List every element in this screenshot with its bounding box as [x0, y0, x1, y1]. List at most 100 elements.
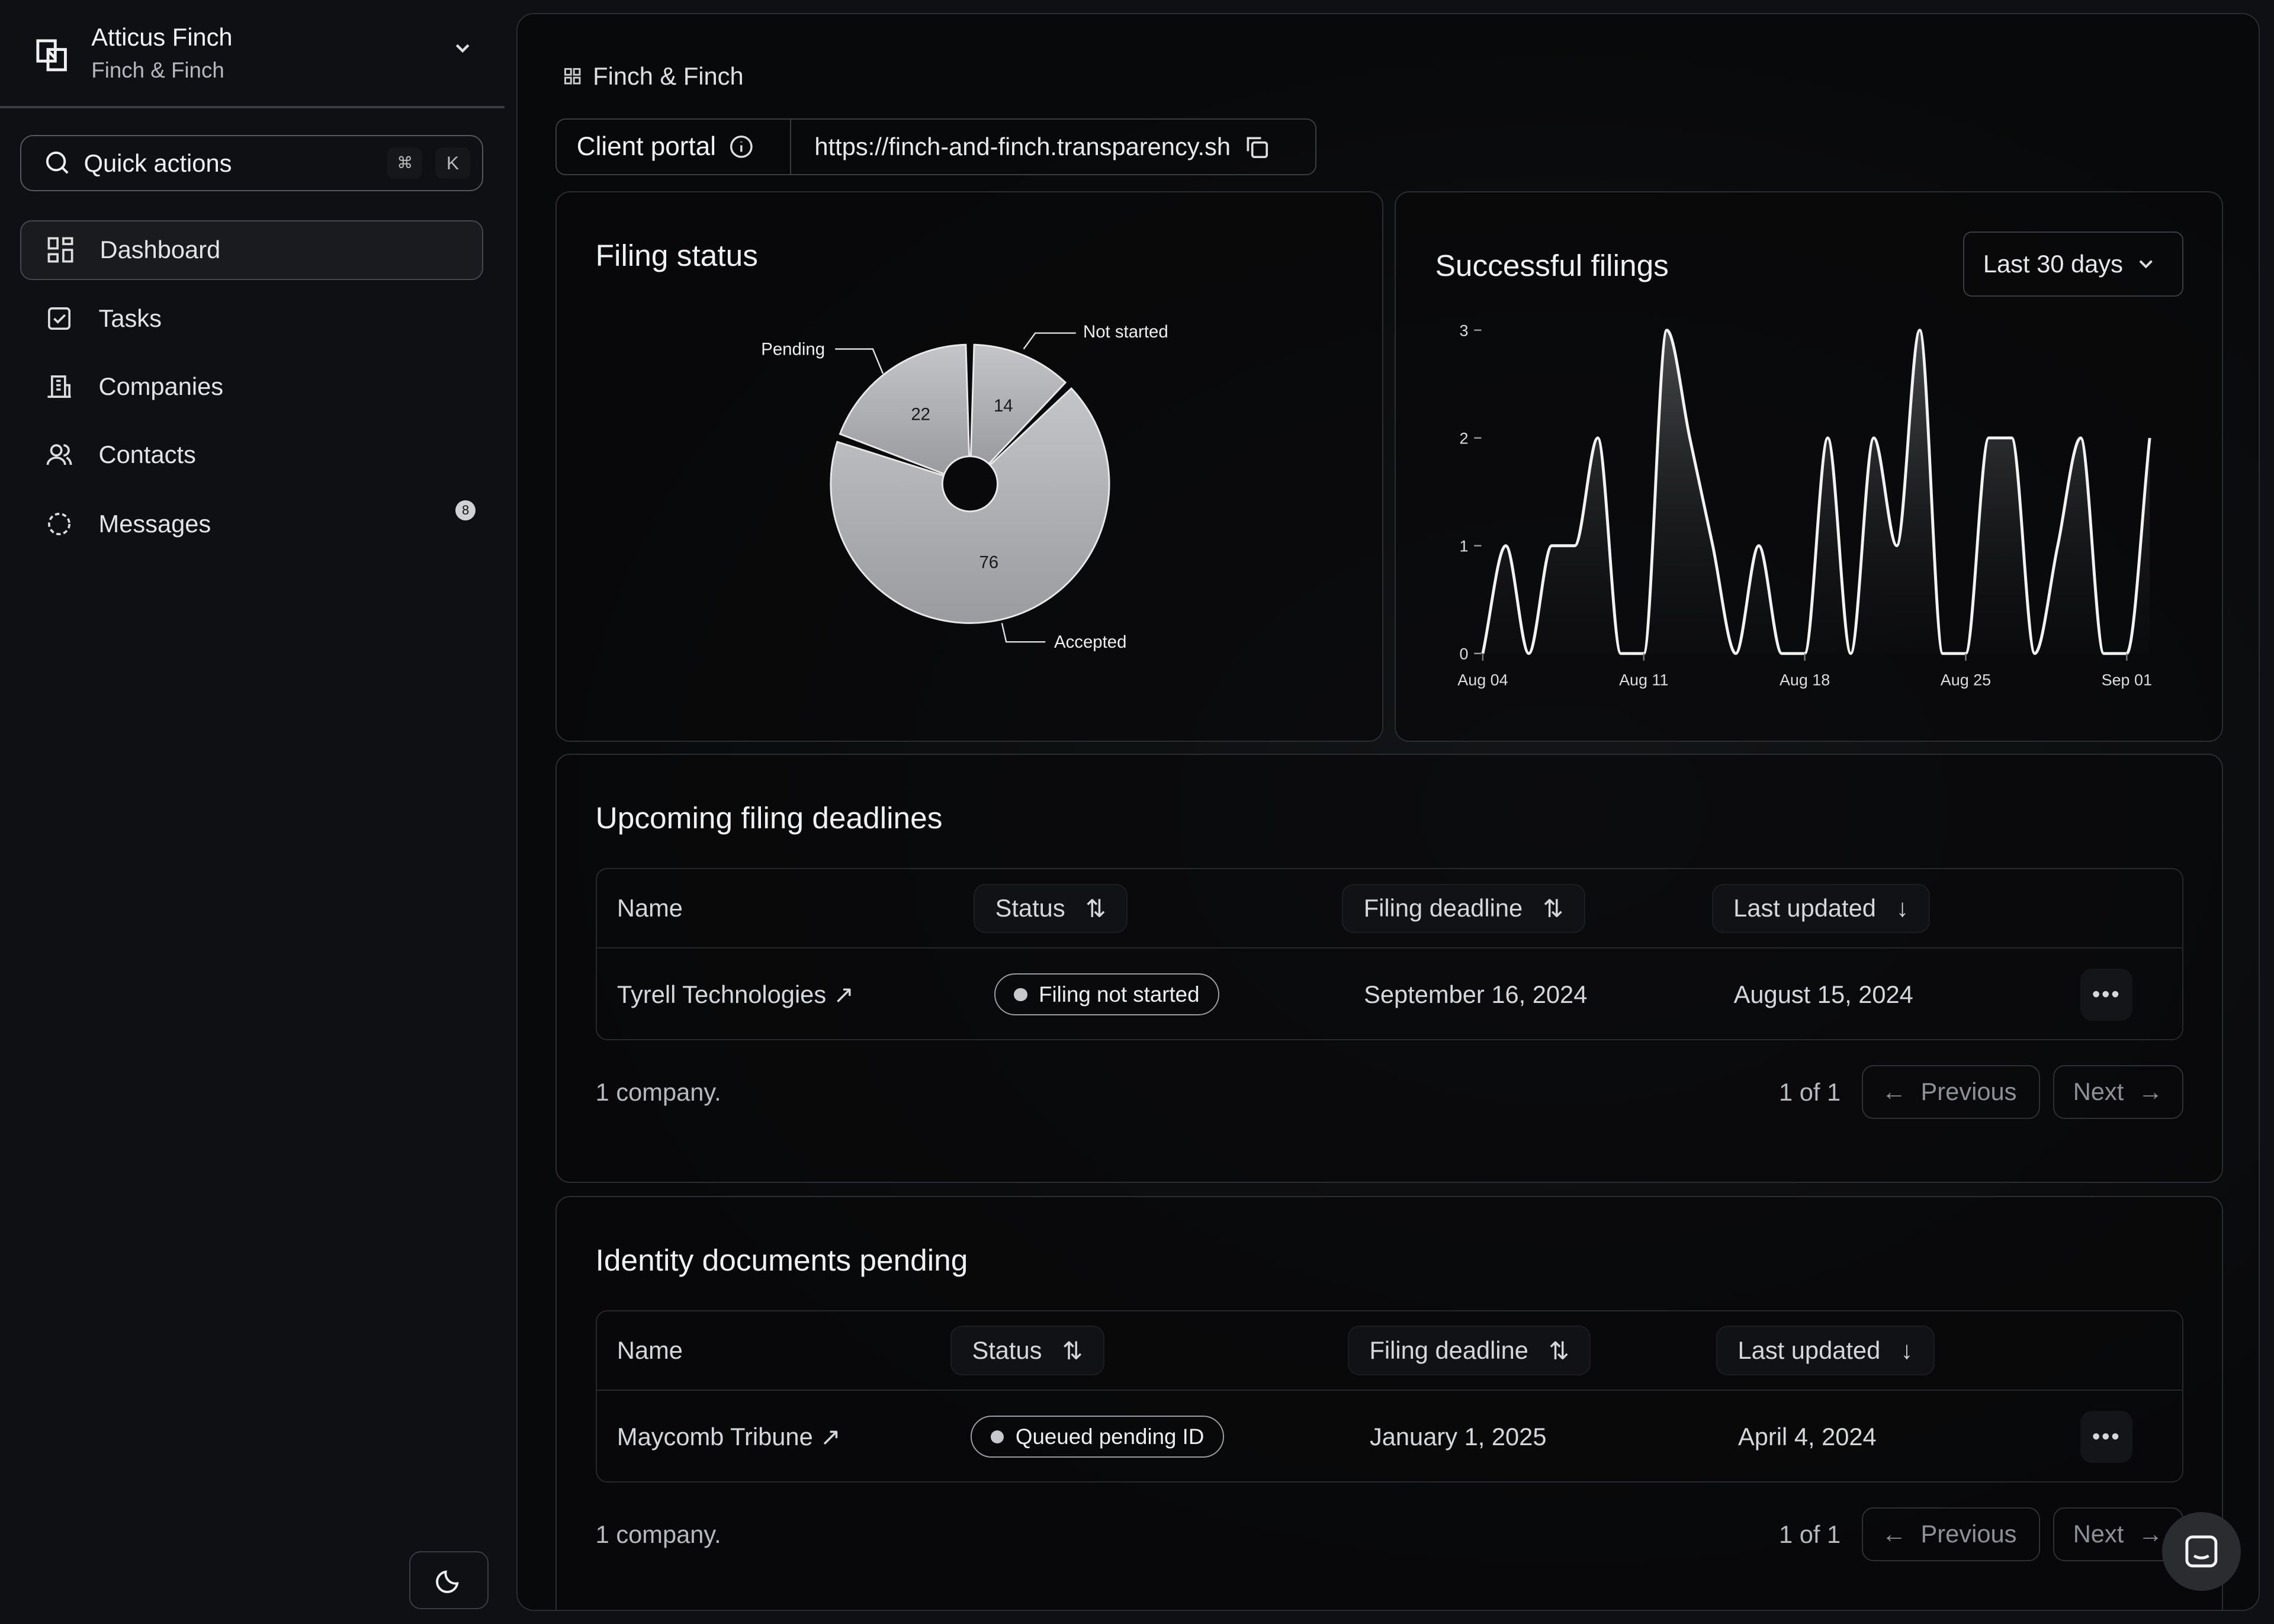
sidebar-item-label: Dashboard [99, 236, 221, 264]
chat-icon [2184, 1534, 2219, 1569]
column-label: Filing deadline [1363, 894, 1523, 922]
table-row-deadline: January 1, 2025 [1369, 1422, 1547, 1451]
more-icon[interactable]: ••• [2080, 968, 2133, 1021]
next-button[interactable]: Next → [2053, 1065, 2184, 1119]
info-icon[interactable] [729, 134, 754, 159]
column-label: Last updated [1733, 894, 1876, 922]
table-row-status: Filing not started [994, 949, 1220, 1040]
sidebar-item-contacts[interactable]: Contacts [20, 425, 483, 484]
sidebar-item-label: Tasks [98, 304, 162, 332]
x-tick-label: Aug 04 [1458, 671, 1508, 689]
moon-icon [434, 1566, 463, 1595]
sidebar-item-label: Messages [98, 510, 211, 538]
sidebar-item-label: Companies [98, 372, 224, 400]
more-icon[interactable]: ••• [2080, 1410, 2133, 1463]
column-header-status[interactable]: Status ⇅ [974, 869, 1128, 947]
table-row-deadline: September 16, 2024 [1364, 980, 1588, 1008]
breadcrumb-label: Finch & Finch [593, 62, 744, 90]
arrow-right-icon: → [2138, 1520, 2163, 1548]
previous-button[interactable]: ← Previous [1861, 1507, 2040, 1561]
message-icon [46, 511, 72, 537]
x-tick-label: Aug 25 [1941, 671, 1991, 689]
arrow-down-icon: ↓ [1900, 1336, 1913, 1365]
sort-icon: ⇅ [1085, 894, 1106, 922]
sidebar-item-tasks[interactable]: Tasks [20, 288, 483, 348]
identity-pending-card: Identity documents pending Name Status ⇅ … [555, 1195, 2223, 1610]
external-link-icon: ↗ [820, 1423, 841, 1451]
column-header-deadline[interactable]: Filing deadline ⇅ [1342, 869, 1585, 947]
page-indicator: 1 of 1 [1779, 1520, 1841, 1549]
slice-value: 76 [979, 552, 998, 572]
kbd-cmd: ⌘ [387, 147, 423, 179]
company-link[interactable]: Tyrell Technologies [617, 980, 826, 1009]
arrow-down-icon: ↓ [1896, 894, 1909, 922]
status-badge: Queued pending ID [971, 1416, 1225, 1458]
sidebar-item-dashboard[interactable]: Dashboard [20, 220, 483, 280]
slice-label: Accepted [1054, 632, 1126, 652]
card-title: Identity documents pending [595, 1242, 968, 1277]
column-label: Name [616, 1336, 683, 1365]
sidebar-item-label: Contacts [98, 440, 196, 468]
page-indicator: 1 of 1 [1779, 1078, 1841, 1107]
sort-icon: ⇅ [1543, 894, 1564, 922]
external-link-icon: ↗ [833, 980, 855, 1009]
sort-status-button[interactable]: Status ⇅ [950, 1326, 1104, 1375]
grid-icon [47, 237, 73, 263]
row-actions[interactable]: ••• [2080, 949, 2133, 1040]
client-portal-url[interactable]: https://finch-and-finch.transparency.sh [814, 133, 1231, 161]
successful-filings-chart: 0 1 2 3 Aug 04 Aug 11 Aug 18 Aug 25 Sep 01 [1458, 321, 2153, 689]
card-title: Upcoming filing deadlines [595, 800, 943, 835]
table-row-name[interactable]: Maycomb Tribune ↗ [617, 1391, 841, 1482]
leader-line [1023, 332, 1076, 350]
org-name: Finch & Finch [91, 57, 224, 82]
x-tick-label: Aug 11 [1620, 671, 1669, 689]
column-header-updated[interactable]: Last updated ↓ [1711, 869, 1931, 947]
checkbox-icon [46, 305, 72, 332]
org-switcher[interactable]: Atticus Finch Finch & Finch [20, 14, 493, 92]
divider [0, 105, 505, 108]
breadcrumb[interactable]: Finch & Finch [564, 62, 744, 91]
sidebar-item-messages[interactable]: Messages 8 [20, 494, 483, 554]
grid-icon [564, 67, 581, 85]
copy-icon[interactable] [1244, 134, 1270, 160]
column-header-name: Name [617, 869, 683, 947]
slice-label: Not started [1083, 322, 1168, 342]
column-header-updated[interactable]: Last updated ↓ [1716, 1311, 1935, 1390]
sort-updated-button[interactable]: Last updated ↓ [1711, 883, 1931, 933]
kbd-k: K [435, 147, 470, 179]
table-row-name[interactable]: Tyrell Technologies ↗ [617, 949, 854, 1040]
quick-actions-button[interactable]: Quick actions ⌘ K [20, 134, 483, 192]
row-count: 1 company. [595, 1520, 721, 1549]
sort-deadline-button[interactable]: Filing deadline ⇅ [1342, 883, 1585, 933]
previous-button[interactable]: ← Previous [1861, 1065, 2040, 1119]
status-badge: Filing not started [994, 973, 1220, 1016]
chat-launcher-button[interactable] [2162, 1512, 2241, 1591]
filing-status-pie-chart: Not started 14 Accepted 76 Pending 22 [761, 322, 1168, 652]
leader-line [834, 348, 884, 374]
building-icon [46, 374, 72, 400]
column-label: Status [995, 894, 1065, 922]
sort-status-button[interactable]: Status ⇅ [974, 883, 1128, 933]
table-row-updated: August 15, 2024 [1733, 980, 1913, 1008]
chevron-down-icon [452, 38, 473, 63]
users-icon [46, 442, 72, 468]
column-header-deadline[interactable]: Filing deadline ⇅ [1348, 1311, 1591, 1390]
sort-updated-button[interactable]: Last updated ↓ [1716, 1326, 1935, 1375]
theme-toggle-button[interactable] [409, 1551, 489, 1610]
company-link[interactable]: Maycomb Tribune [617, 1423, 813, 1451]
column-header-name: Name [617, 1311, 683, 1390]
sidebar-item-companies[interactable]: Companies [20, 356, 483, 416]
column-header-status[interactable]: Status ⇅ [950, 1311, 1104, 1390]
sort-deadline-button[interactable]: Filing deadline ⇅ [1348, 1326, 1591, 1375]
arrow-left-icon: ← [1881, 1078, 1907, 1106]
leader-line [1001, 622, 1045, 643]
area-fill [1483, 330, 2150, 654]
user-name: Atticus Finch [91, 23, 233, 52]
table-row-updated: April 4, 2024 [1737, 1422, 1877, 1451]
column-label: Name [616, 894, 683, 922]
upcoming-deadlines-card: Upcoming filing deadlines Name Status ⇅ F… [555, 754, 2223, 1183]
row-actions[interactable]: ••• [2080, 1391, 2133, 1482]
quick-actions-label: Quick actions [83, 149, 232, 177]
y-tick-label: 2 [1460, 429, 1469, 447]
y-tick-label: 0 [1460, 645, 1469, 663]
